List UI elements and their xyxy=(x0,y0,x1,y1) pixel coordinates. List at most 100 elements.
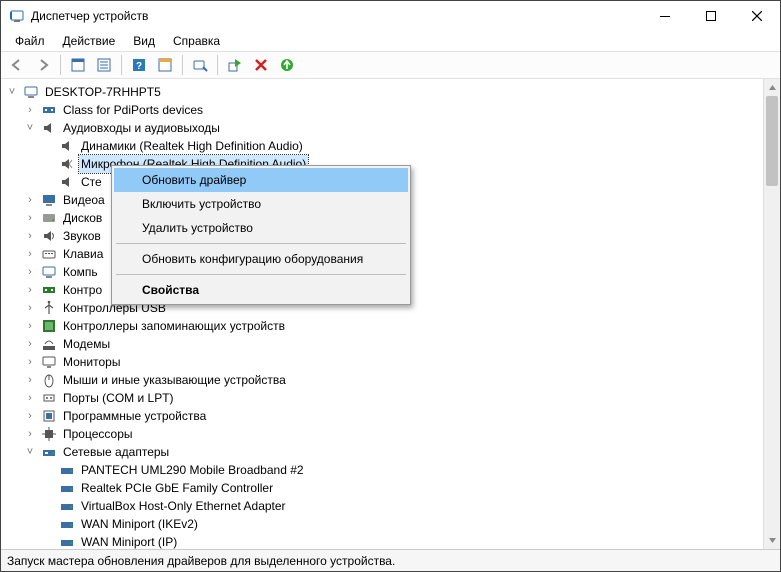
mic-icon xyxy=(59,156,75,172)
tree-item[interactable]: PANTECH UML290 Mobile Broadband #2 xyxy=(1,461,763,479)
tree-label: Программные устройства xyxy=(61,407,208,425)
tree-item[interactable]: WAN Miniport (IKEv2) xyxy=(1,515,763,533)
toolbar-view1-button[interactable] xyxy=(66,53,90,77)
expand-icon[interactable]: › xyxy=(23,301,37,315)
menu-file[interactable]: Файл xyxy=(7,32,53,50)
tree-item[interactable]: VirtualBox Host-Only Ethernet Adapter xyxy=(1,497,763,515)
expand-icon[interactable]: › xyxy=(23,265,37,279)
scroll-track[interactable] xyxy=(764,96,780,532)
storage-ctrl-icon xyxy=(41,318,57,334)
scroll-down-button[interactable] xyxy=(764,532,780,549)
scroll-up-button[interactable] xyxy=(764,79,780,96)
tree-item[interactable]: Динамики (Realtek High Definition Audio) xyxy=(1,137,763,155)
expand-icon[interactable]: › xyxy=(23,283,37,297)
tree-item[interactable]: WAN Miniport (IP) xyxy=(1,533,763,549)
toolbar-scan-button[interactable] xyxy=(188,53,212,77)
context-menu-update-driver[interactable]: Обновить драйвер xyxy=(114,168,408,192)
toolbar-forward-button[interactable] xyxy=(31,53,55,77)
tree-item[interactable]: › Class for PdiPorts devices xyxy=(1,101,763,119)
tree-label: Модемы xyxy=(61,335,112,353)
software-icon xyxy=(41,408,57,424)
tree-item[interactable]: ˅ Сетевые адаптеры xyxy=(1,443,763,461)
expand-icon[interactable]: ˅ xyxy=(23,121,37,135)
tree-root[interactable]: ˅ DESKTOP-7RHHPT5 xyxy=(1,83,763,101)
expand-icon[interactable]: › xyxy=(23,337,37,351)
maximize-button[interactable] xyxy=(688,1,734,31)
tree-label: Мыши и иные указывающие устройства xyxy=(61,371,288,389)
toolbar-back-button[interactable] xyxy=(5,53,29,77)
sound-icon xyxy=(41,228,57,244)
close-button[interactable] xyxy=(734,1,780,31)
expand-icon[interactable]: › xyxy=(23,409,37,423)
toolbar-help-button[interactable]: ? xyxy=(127,53,151,77)
tree-item[interactable]: ˅ Аудиовходы и аудиовыходы xyxy=(1,119,763,137)
tree-item[interactable]: › Мыши и иные указывающие устройства xyxy=(1,371,763,389)
tree-item[interactable]: › Контроллеры запоминающих устройств xyxy=(1,317,763,335)
monitor-icon xyxy=(41,354,57,370)
toolbar: ? xyxy=(1,51,780,79)
speaker-icon xyxy=(59,138,75,154)
expand-icon[interactable]: › xyxy=(23,319,37,333)
expand-icon[interactable]: › xyxy=(23,391,37,405)
tree-label: Клавиа xyxy=(61,245,105,263)
tree-item[interactable]: › Процессоры xyxy=(1,425,763,443)
toolbar-view2-button[interactable] xyxy=(92,53,116,77)
tree-item[interactable]: › Программные устройства xyxy=(1,407,763,425)
disk-icon xyxy=(41,210,57,226)
tree-item[interactable]: › Порты (COM и LPT) xyxy=(1,389,763,407)
vertical-scrollbar[interactable] xyxy=(763,79,780,549)
display-icon xyxy=(41,192,57,208)
tree-item[interactable]: › Модемы xyxy=(1,335,763,353)
tree-item[interactable]: Realtek PCIe GbE Family Controller xyxy=(1,479,763,497)
tree-label: Контро xyxy=(61,281,104,299)
tree-label: Звуков xyxy=(61,227,103,245)
expand-icon[interactable]: › xyxy=(23,193,37,207)
tree-label: Динамики (Realtek High Definition Audio) xyxy=(79,137,305,155)
mouse-icon xyxy=(41,372,57,388)
context-menu-properties[interactable]: Свойства xyxy=(114,278,408,302)
tree-label: Компь xyxy=(61,263,100,281)
menu-view[interactable]: Вид xyxy=(125,32,163,50)
menu-help[interactable]: Справка xyxy=(165,32,228,50)
network-adapter-icon xyxy=(59,534,75,549)
expand-icon[interactable]: › xyxy=(23,427,37,441)
context-menu-scan-hw[interactable]: Обновить конфигурацию оборудования xyxy=(114,247,408,271)
content-area: ˅ DESKTOP-7RHHPT5 › Class for PdiPorts d… xyxy=(1,79,780,549)
menu-action[interactable]: Действие xyxy=(55,32,124,50)
tree-label: Контроллеры запоминающих устройств xyxy=(61,317,287,335)
modem-icon xyxy=(41,336,57,352)
tree-label: WAN Miniport (IP) xyxy=(79,533,179,549)
toolbar-update-button[interactable] xyxy=(275,53,299,77)
expand-icon[interactable]: › xyxy=(23,373,37,387)
context-menu-uninstall[interactable]: Удалить устройство xyxy=(114,216,408,240)
statusbar: Запуск мастера обновления драйверов для … xyxy=(1,549,780,571)
context-menu-separator xyxy=(116,274,406,275)
expand-icon[interactable]: › xyxy=(23,229,37,243)
tree-label: DESKTOP-7RHHPT5 xyxy=(43,83,163,101)
scroll-thumb[interactable] xyxy=(766,96,778,186)
usb-icon xyxy=(41,300,57,316)
toolbar-properties-button[interactable] xyxy=(153,53,177,77)
port-icon xyxy=(41,390,57,406)
expand-icon[interactable]: › xyxy=(23,211,37,225)
expand-icon[interactable]: › xyxy=(23,247,37,261)
status-text: Запуск мастера обновления драйверов для … xyxy=(7,554,395,568)
toolbar-separator xyxy=(121,55,122,75)
context-menu-enable[interactable]: Включить устройство xyxy=(114,192,408,216)
toolbar-separator xyxy=(182,55,183,75)
expand-icon[interactable]: › xyxy=(23,355,37,369)
device-tree[interactable]: ˅ DESKTOP-7RHHPT5 › Class for PdiPorts d… xyxy=(1,79,763,549)
tree-label: Realtek PCIe GbE Family Controller xyxy=(79,479,275,497)
network-adapter-icon xyxy=(59,480,75,496)
minimize-button[interactable] xyxy=(642,1,688,31)
toolbar-enable-button[interactable] xyxy=(223,53,247,77)
expand-icon[interactable]: ˅ xyxy=(23,445,37,459)
expand-icon[interactable]: › xyxy=(23,103,37,117)
tree-label: Class for PdiPorts devices xyxy=(61,101,205,119)
tree-label: Процессоры xyxy=(61,425,135,443)
tree-item[interactable]: › Мониторы xyxy=(1,353,763,371)
toolbar-disable-button[interactable] xyxy=(249,53,273,77)
tree-label: Порты (COM и LPT) xyxy=(61,389,176,407)
tree-label: PANTECH UML290 Mobile Broadband #2 xyxy=(79,461,306,479)
expand-icon[interactable]: ˅ xyxy=(5,85,19,99)
